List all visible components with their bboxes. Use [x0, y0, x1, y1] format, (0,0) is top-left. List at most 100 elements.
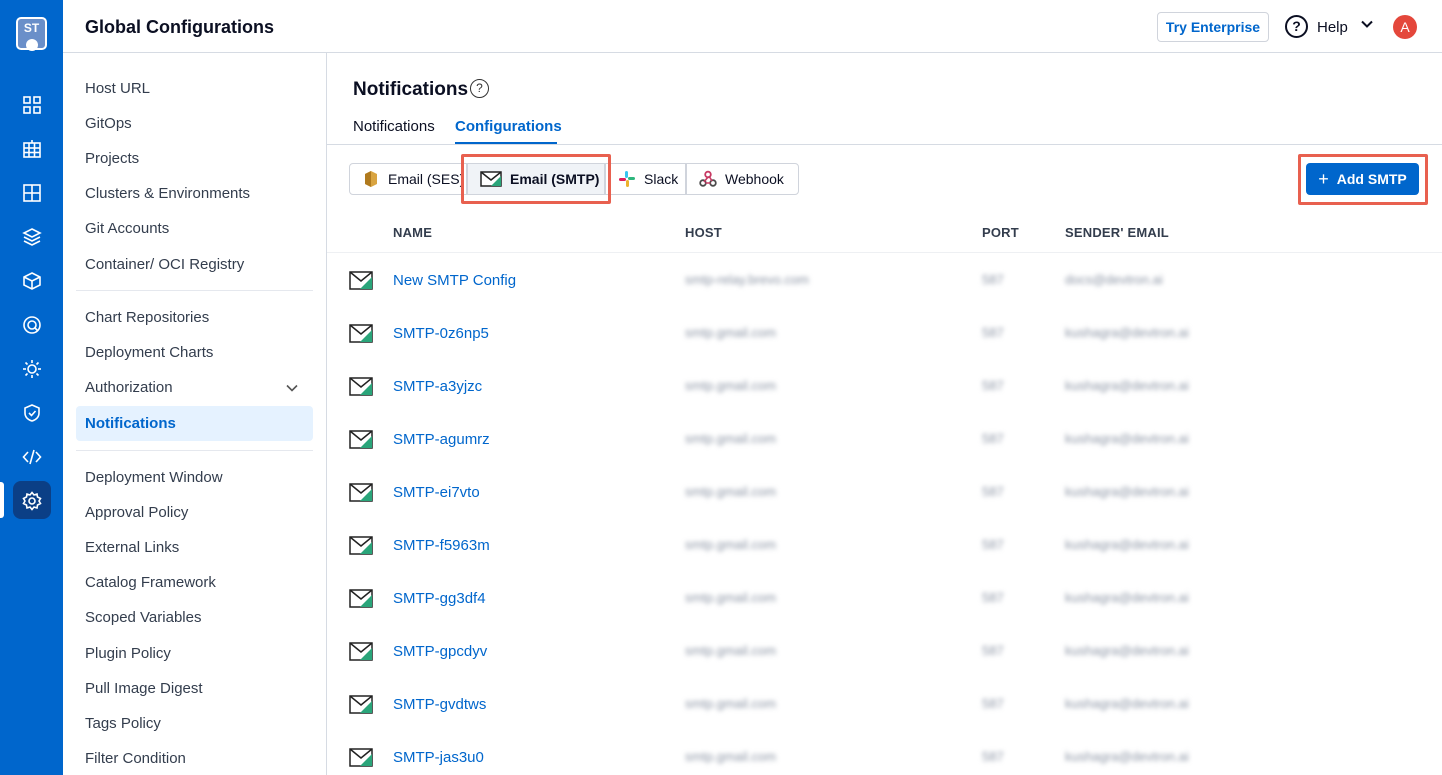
row-name-link[interactable]: SMTP-a3yjzc [393, 378, 482, 395]
question-icon[interactable]: ? [470, 79, 489, 98]
segment-label: Slack [644, 171, 679, 187]
column-header-port[interactable]: PORT [982, 225, 1019, 240]
chevron-down-icon[interactable] [285, 381, 299, 395]
sidebar-item-catalog-framework[interactable]: Catalog Framework [85, 574, 216, 591]
sidebar-item-projects[interactable]: Projects [85, 150, 139, 167]
webhook-icon [699, 170, 717, 187]
sidebar-item-pull-image-digest[interactable]: Pull Image Digest [85, 680, 203, 697]
help-icon[interactable]: ? [1285, 15, 1308, 38]
page-title: Global Configurations [85, 17, 274, 37]
table-row[interactable]: SMTP-gpcdyv smtp.gmail.com 587 kushagra@… [327, 624, 1442, 677]
row-name-link[interactable]: SMTP-0z6np5 [393, 325, 489, 342]
segment-label: Email (SES) [388, 171, 465, 187]
smtp-mail-icon [349, 642, 373, 661]
smtp-mail-icon [349, 483, 373, 502]
slack-icon [619, 171, 635, 187]
table-row[interactable]: SMTP-f5963m smtp.gmail.com 587 kushagra@… [327, 518, 1442, 571]
row-name-link[interactable]: SMTP-ei7vto [393, 484, 480, 501]
table-row[interactable]: SMTP-jas3u0 smtp.gmail.com 587 kushagra@… [327, 730, 1442, 775]
row-port: 587 [982, 643, 1004, 658]
row-host: smtp.gmail.com [685, 378, 777, 393]
try-enterprise-button[interactable]: Try Enterprise [1157, 12, 1269, 42]
row-name-link[interactable]: SMTP-jas3u0 [393, 749, 484, 766]
tab-notifications[interactable]: Notifications [353, 118, 435, 135]
overview-icon[interactable] [19, 92, 45, 118]
code-icon[interactable] [19, 444, 45, 470]
row-name-link[interactable]: New SMTP Config [393, 272, 516, 289]
column-header-sender-email[interactable]: SENDER' EMAIL [1065, 225, 1169, 240]
row-name-link[interactable]: SMTP-agumrz [393, 431, 490, 448]
settings-icon[interactable] [19, 488, 45, 514]
row-name-link[interactable]: SMTP-f5963m [393, 537, 490, 554]
table-row[interactable]: SMTP-gg3df4 smtp.gmail.com 587 kushagra@… [327, 571, 1442, 624]
applications-icon[interactable] [19, 136, 45, 162]
sidebar-item-gitops[interactable]: GitOps [85, 115, 132, 132]
segment-webhook[interactable]: Webhook [686, 163, 799, 195]
smtp-mail-icon [349, 589, 373, 608]
sidebar-item-chart-repositories[interactable]: Chart Repositories [85, 309, 209, 326]
sidebar-item-git-accounts[interactable]: Git Accounts [85, 220, 169, 237]
sidebar-item-deployment-window[interactable]: Deployment Window [85, 469, 223, 486]
row-sender-email: kushagra@devtron.ai [1065, 643, 1189, 658]
row-port: 587 [982, 484, 1004, 499]
table-row[interactable]: New SMTP Config smtp-relay.brevo.com 587… [327, 253, 1442, 306]
row-host: smtp.gmail.com [685, 537, 777, 552]
smtp-mail-icon [349, 695, 373, 714]
table-row[interactable]: SMTP-gvdtws smtp.gmail.com 587 kushagra@… [327, 677, 1442, 730]
row-host: smtp.gmail.com [685, 696, 777, 711]
sidebar-item-deployment-charts[interactable]: Deployment Charts [85, 344, 213, 361]
segment-slack[interactable]: Slack [605, 163, 686, 195]
sidebar-item-authorization[interactable]: Authorization [85, 379, 173, 396]
sidebar-item-scoped-variables[interactable]: Scoped Variables [85, 609, 201, 626]
user-avatar[interactable]: A [1393, 15, 1417, 39]
shield-check-icon[interactable] [19, 400, 45, 426]
chevron-down-icon[interactable] [1360, 17, 1374, 31]
sidebar-item-tags-policy[interactable]: Tags Policy [85, 715, 161, 732]
sidebar-item-clusters-environments[interactable]: Clusters & Environments [85, 185, 250, 202]
tab-configurations[interactable]: Configurations [455, 118, 562, 135]
row-sender-email: kushagra@devtron.ai [1065, 749, 1189, 764]
segment-email-ses[interactable]: Email (SES) [349, 163, 467, 195]
help-label[interactable]: Help [1317, 19, 1348, 36]
resource-browser-icon[interactable] [19, 268, 45, 294]
sidebar-item-notifications[interactable]: Notifications [85, 415, 176, 432]
smtp-mail-icon [349, 430, 373, 449]
sidebar-divider [76, 450, 313, 451]
rail-active-indicator [0, 482, 4, 518]
sidebar-item-approval-policy[interactable]: Approval Policy [85, 504, 188, 521]
sidebar-item-container-registry[interactable]: Container/ OCI Registry [85, 256, 244, 273]
row-port: 587 [982, 749, 1004, 764]
devtron-logo[interactable]: ST [16, 17, 47, 51]
chart-store-icon[interactable] [19, 224, 45, 250]
app-groups-icon[interactable] [19, 180, 45, 206]
table-row[interactable]: SMTP-0z6np5 smtp.gmail.com 587 kushagra@… [327, 306, 1442, 359]
sidebar-item-external-links[interactable]: External Links [85, 539, 179, 556]
table-row[interactable]: SMTP-agumrz smtp.gmail.com 587 kushagra@… [327, 412, 1442, 465]
sidebar-divider [76, 290, 313, 291]
left-nav-rail: ST [0, 0, 63, 775]
main-content: Notifications ? Notifications Configurat… [327, 53, 1442, 775]
row-name-link[interactable]: SMTP-gg3df4 [393, 590, 486, 607]
row-sender-email: kushagra@devtron.ai [1065, 484, 1189, 499]
column-header-host[interactable]: HOST [685, 225, 722, 240]
devtron-stack-icon[interactable] [19, 356, 45, 382]
row-host: smtp.gmail.com [685, 643, 777, 658]
smtp-mail-icon [349, 271, 373, 290]
row-port: 587 [982, 537, 1004, 552]
row-port: 587 [982, 590, 1004, 605]
column-header-name[interactable]: NAME [393, 225, 432, 240]
row-name-link[interactable]: SMTP-gvdtws [393, 696, 486, 713]
sidebar-item-filter-condition[interactable]: Filter Condition [85, 750, 186, 767]
table-row[interactable]: SMTP-ei7vto smtp.gmail.com 587 kushagra@… [327, 465, 1442, 518]
sidebar-item-host-url[interactable]: Host URL [85, 80, 150, 97]
row-sender-email: kushagra@devtron.ai [1065, 696, 1189, 711]
row-name-link[interactable]: SMTP-gpcdyv [393, 643, 487, 660]
row-port: 587 [982, 431, 1004, 446]
sidebar-item-plugin-policy[interactable]: Plugin Policy [85, 645, 171, 662]
smtp-mail-icon [349, 536, 373, 555]
table-row[interactable]: SMTP-a3yjzc smtp.gmail.com 587 kushagra@… [327, 359, 1442, 412]
security-scan-icon[interactable] [19, 312, 45, 338]
row-host: smtp.gmail.com [685, 484, 777, 499]
row-port: 587 [982, 272, 1004, 287]
tabs-divider [327, 144, 1442, 145]
